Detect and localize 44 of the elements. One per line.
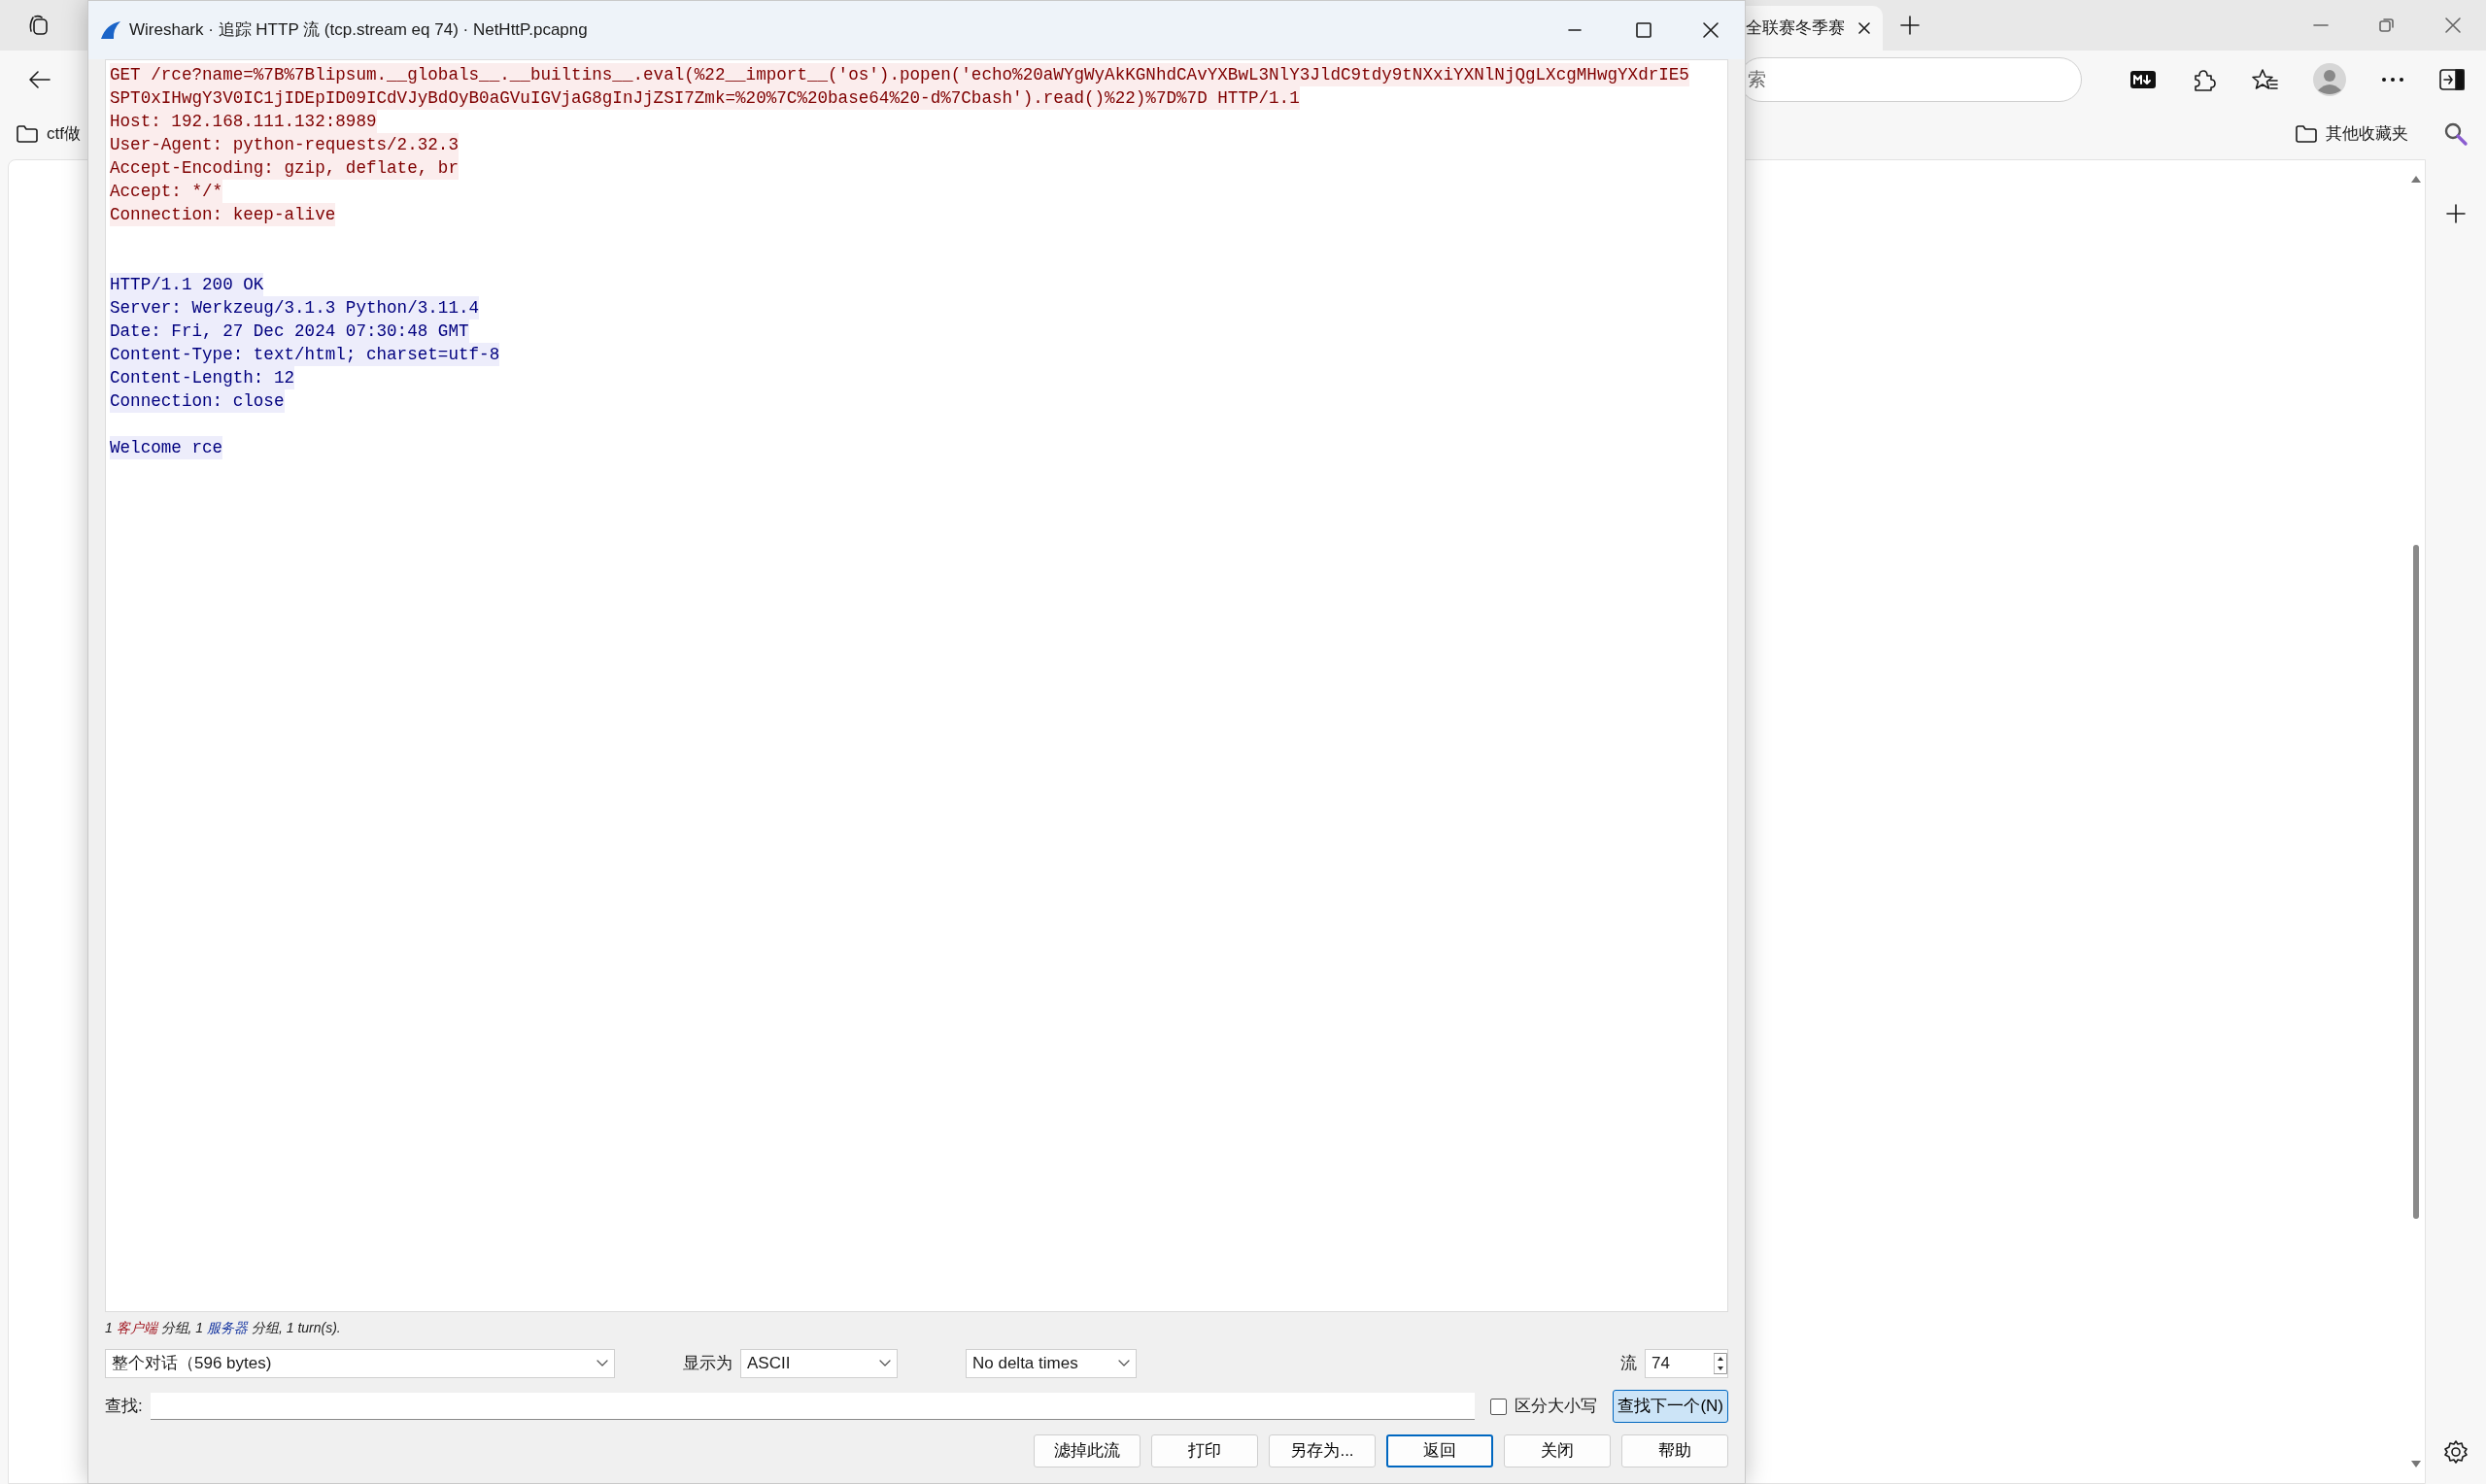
case-sensitive-checkbox[interactable]: [1490, 1398, 1508, 1415]
add-icon[interactable]: [2445, 203, 2467, 224]
delta-times-dropdown[interactable]: No delta times: [966, 1349, 1137, 1378]
sidebar-toggle-icon[interactable]: [2439, 69, 2465, 90]
stream-label: 流: [1620, 1353, 1637, 1375]
dialog-button[interactable]: 关闭: [1504, 1434, 1611, 1467]
more-icon[interactable]: [2381, 77, 2404, 83]
stream-summary: 1 客户端 分组, 1 服务器 分组, 1 turn(s).: [105, 1320, 341, 1335]
window-title: Wireshark · 追踪 HTTP 流 (tcp.stream eq 74) · NetHttP.pcapng: [129, 19, 588, 42]
bookmark[interactable]: 其他收藏夹: [2295, 121, 2408, 147]
dialog-button[interactable]: 滤掉此流: [1034, 1434, 1141, 1467]
markdown-icon[interactable]: [2130, 71, 2156, 88]
scrollbar-thumb[interactable]: [2413, 545, 2419, 1219]
tab-title: 全联赛冬季赛: [1746, 17, 1846, 40]
find-label: 查找:: [105, 1396, 143, 1418]
dialog-button[interactable]: 返回: [1386, 1434, 1493, 1467]
conversation-dropdown[interactable]: 整个对话（596 bytes): [105, 1349, 615, 1378]
chevron-down-icon: [879, 1360, 891, 1367]
address-placeholder: 索: [1748, 67, 1766, 91]
spin-arrows-icon[interactable]: [1714, 1353, 1727, 1374]
bookmark[interactable]: ctf做: [16, 121, 81, 147]
display-as-label: 显示为: [683, 1353, 732, 1375]
avatar-icon[interactable]: [2313, 63, 2346, 96]
favorites-icon[interactable]: [2251, 67, 2278, 92]
checkbox-label: 区分大小写: [1515, 1396, 1598, 1418]
find-next-button[interactable]: 查找下一个(N): [1613, 1390, 1728, 1423]
dialog-button[interactable]: 帮助: [1621, 1434, 1728, 1467]
close-icon[interactable]: [1856, 19, 1873, 37]
folder-icon: [16, 124, 39, 144]
restore-icon[interactable]: [2377, 16, 2397, 35]
chevron-down-icon: [596, 1360, 608, 1367]
find-field[interactable]: [150, 1393, 1476, 1420]
display-format-dropdown[interactable]: ASCII: [740, 1349, 898, 1378]
stream-number-spinbox[interactable]: 74: [1645, 1349, 1728, 1378]
scroll-down-icon[interactable]: [2410, 1460, 2422, 1469]
dialog-button[interactable]: 打印: [1151, 1434, 1258, 1467]
scroll-up-icon[interactable]: [2410, 174, 2422, 184]
dialog-button[interactable]: 另存为...: [1269, 1434, 1376, 1467]
folder-icon: [2295, 124, 2318, 144]
chevron-down-icon: [1118, 1360, 1130, 1367]
settings-icon[interactable]: [2443, 1439, 2469, 1465]
shark-fin-icon: [100, 20, 121, 40]
new-tab-icon[interactable]: [1898, 14, 1922, 37]
search-icon[interactable]: [2443, 121, 2469, 147]
